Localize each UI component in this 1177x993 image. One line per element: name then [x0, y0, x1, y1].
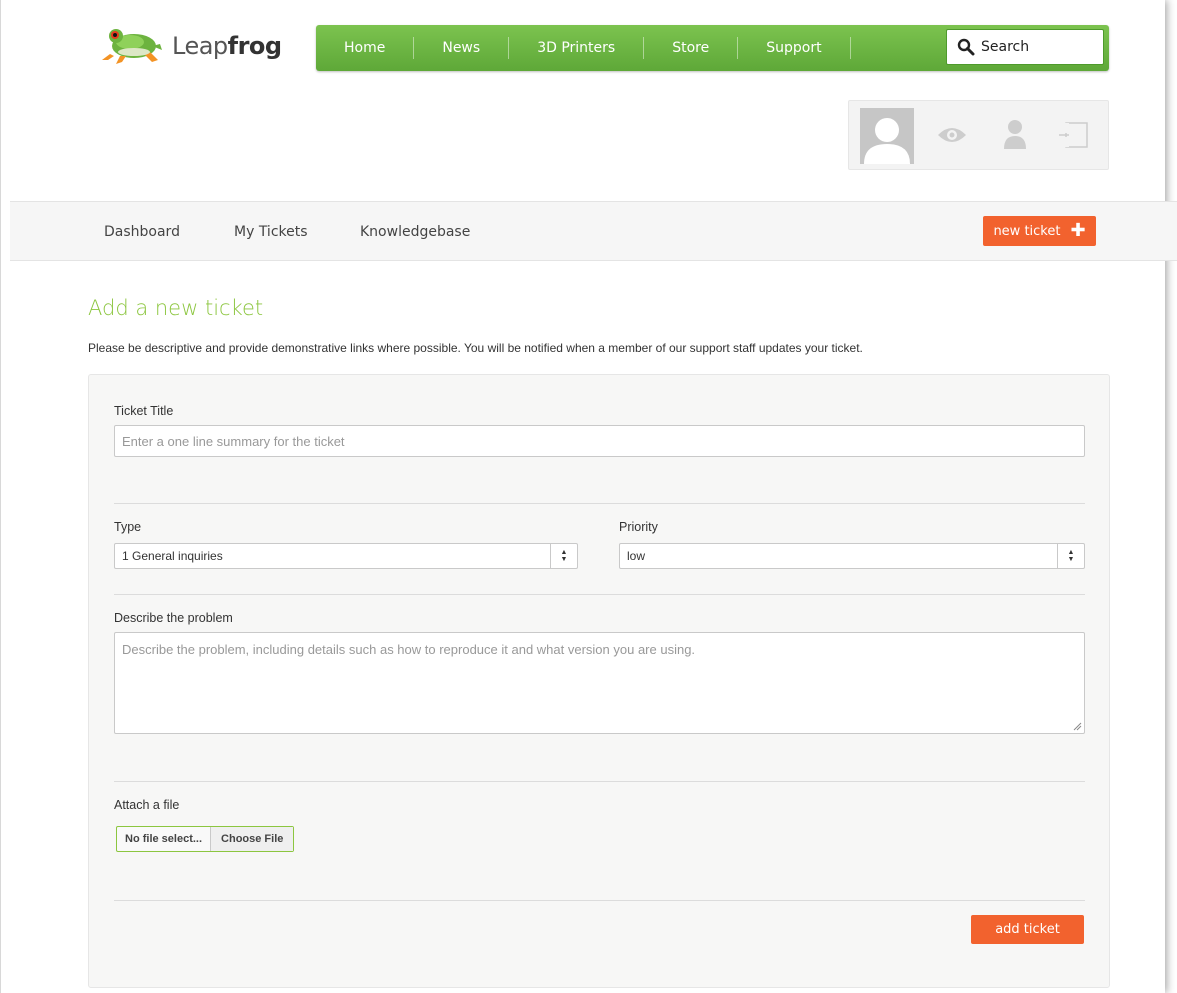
nav-store[interactable]: Store: [644, 37, 739, 59]
choose-file-button[interactable]: Choose File: [210, 827, 294, 851]
file-status: No file select...: [125, 833, 203, 845]
divider: [114, 781, 1085, 782]
attach-label: Attach a file: [114, 798, 180, 812]
search-input[interactable]: Search: [946, 29, 1104, 65]
divider: [114, 503, 1085, 504]
nav-3d-printers[interactable]: 3D Printers: [509, 37, 645, 59]
type-value: 1 General inquiries: [122, 549, 223, 563]
nav-home[interactable]: Home: [316, 37, 415, 59]
eye-icon[interactable]: [936, 125, 968, 150]
file-input[interactable]: No file select... Choose File: [116, 826, 295, 852]
search-label: Search: [981, 39, 1030, 55]
select-arrows-icon: ▲ ▼: [1057, 544, 1084, 568]
add-ticket-button[interactable]: add ticket: [971, 915, 1084, 944]
brand-name: Leapfrog: [172, 32, 282, 60]
avatar[interactable]: [860, 108, 914, 164]
logout-icon[interactable]: [1059, 121, 1089, 154]
brand-logo[interactable]: Leapfrog: [100, 24, 282, 68]
page-title: Add a new ticket: [88, 296, 264, 320]
resize-grip-icon[interactable]: [1072, 721, 1082, 731]
subnav-knowledgebase[interactable]: Knowledgebase: [360, 224, 470, 240]
priority-select[interactable]: low ▲ ▼: [619, 543, 1085, 569]
main-navigation: Home News 3D Printers Store Support Sear…: [316, 25, 1109, 71]
user-panel: [848, 100, 1109, 170]
priority-label: Priority: [619, 520, 658, 534]
subnav-dashboard[interactable]: Dashboard: [104, 224, 180, 240]
frog-logo-icon: [100, 24, 164, 68]
subnav-my-tickets[interactable]: My Tickets: [234, 224, 308, 240]
select-arrows-icon: ▲ ▼: [550, 544, 577, 568]
priority-value: low: [627, 549, 646, 563]
user-icon[interactable]: [1003, 119, 1027, 154]
nav-news[interactable]: News: [414, 37, 510, 59]
search-icon: [957, 38, 975, 56]
nav-support[interactable]: Support: [738, 37, 851, 59]
problem-placeholder: Describe the problem, including details …: [122, 642, 696, 657]
divider: [114, 900, 1085, 901]
ticket-title-label: Ticket Title: [114, 404, 174, 418]
problem-label: Describe the problem: [114, 611, 233, 625]
type-label: Type: [114, 520, 142, 534]
ticket-title-input[interactable]: Enter a one line summary for the ticket: [114, 425, 1085, 457]
type-select[interactable]: 1 General inquiries ▲ ▼: [114, 543, 578, 569]
new-ticket-form: Ticket Title Enter a one line summary fo…: [88, 374, 1110, 988]
problem-textarea[interactable]: Describe the problem, including details …: [114, 632, 1085, 734]
divider: [114, 594, 1085, 595]
plus-icon: ✚: [1070, 220, 1086, 241]
new-ticket-button[interactable]: new ticket ✚: [983, 216, 1096, 246]
ticket-title-placeholder: Enter a one line summary for the ticket: [122, 433, 345, 449]
new-ticket-label: new ticket: [993, 223, 1061, 239]
page-description: Please be descriptive and provide demons…: [88, 341, 863, 355]
